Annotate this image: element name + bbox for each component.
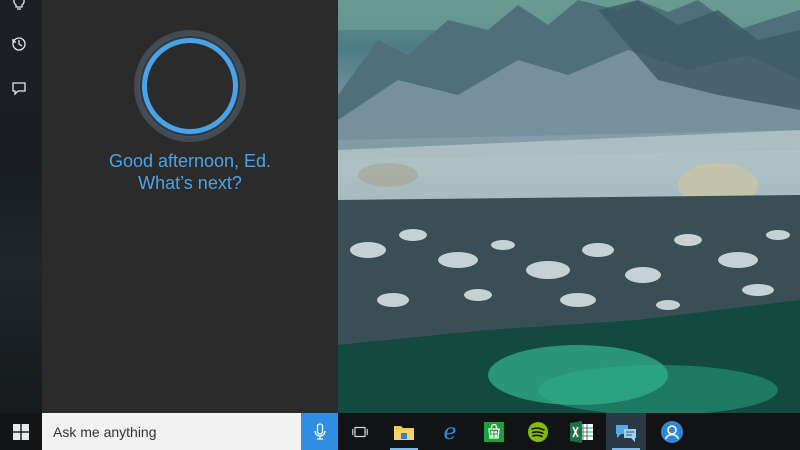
lightbulb-icon[interactable] [10,0,28,12]
folder-icon [394,425,414,440]
greeting-line-1: Good afternoon, Ed. [108,151,272,171]
cortana-ring-icon [142,38,238,134]
search-input[interactable]: Ask me anything [42,413,301,450]
task-view-button[interactable] [340,413,380,450]
desktop-wallpaper [338,0,800,413]
speech-bubbles-icon [616,424,636,442]
start-button[interactable] [0,413,42,450]
store-icon [484,421,504,442]
taskbar: Ask me anything e [0,413,800,450]
feedback-icon[interactable] [10,79,28,97]
edge-icon: e [443,421,456,443]
people-button[interactable] [652,413,692,450]
excel-icon [570,420,593,443]
greeting-line-2: What’s next? [138,173,242,193]
person-icon [661,420,683,443]
task-view-icon [352,426,368,437]
search-placeholder: Ask me anything [53,423,157,440]
cortana-panel: Good afternoon, Ed. What’s next? [42,0,338,413]
spotify-button[interactable] [518,413,558,450]
edge-button[interactable]: e [430,413,470,450]
microphone-button[interactable] [301,413,338,450]
spotify-icon [528,421,548,442]
svg-text:e: e [443,421,456,443]
feedback-app-button[interactable] [606,413,646,450]
windows-logo-icon [13,423,29,440]
cortana-side-rail [0,0,42,413]
excel-button[interactable] [562,413,602,450]
history-icon[interactable] [10,35,28,53]
store-button[interactable] [474,413,514,450]
microphone-icon [313,422,326,440]
file-explorer-button[interactable] [384,413,424,450]
